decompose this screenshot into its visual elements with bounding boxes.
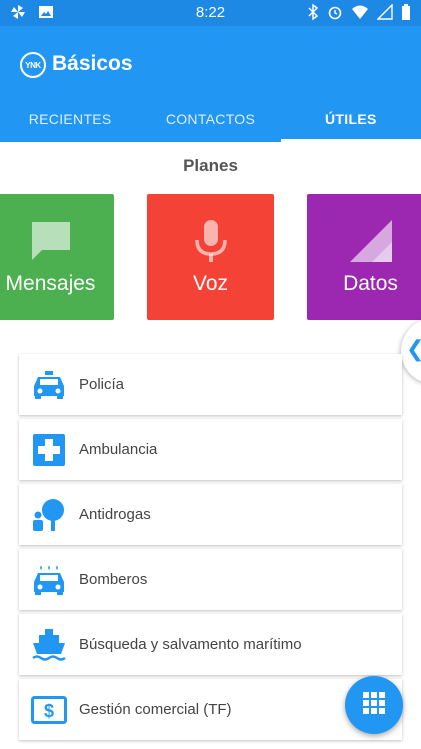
plan-label: Datos <box>343 272 398 295</box>
plan-datos[interactable]: Datos <box>307 194 421 320</box>
police-car-icon <box>19 370 79 400</box>
alarm-icon <box>327 4 343 25</box>
list-item-salvamento-maritimo[interactable]: Búsqueda y salvamento marítimo <box>19 614 402 675</box>
app-bar: YNK Básicos RECIENTES CONTACTOS ÚTILES <box>0 26 421 142</box>
status-right-icons <box>307 3 411 25</box>
message-icon <box>28 218 74 269</box>
list-item-label: Búsqueda y salvamento marítimo <box>79 636 302 653</box>
tab-utiles[interactable]: ÚTILES <box>280 102 421 142</box>
tab-contactos[interactable]: CONTACTOS <box>140 102 280 142</box>
list-item-bomberos[interactable]: Bomberos <box>19 549 402 610</box>
plans-title: Planes <box>183 156 238 175</box>
app-logo: YNK <box>20 52 46 78</box>
ship-icon <box>19 628 79 662</box>
medical-cross-icon <box>19 433 79 466</box>
plan-voz[interactable]: Voz <box>147 194 274 320</box>
fire-truck-icon <box>19 564 79 596</box>
bluetooth-icon <box>307 3 319 25</box>
signal-icon <box>376 3 393 25</box>
list-item-antidrogas[interactable]: Antidrogas <box>19 484 402 545</box>
plan-mensajes[interactable]: Mensajes <box>0 194 114 320</box>
list-item-policia[interactable]: Policía <box>19 354 402 415</box>
grid-dialpad-icon <box>363 691 385 719</box>
tab-bar: RECIENTES CONTACTOS ÚTILES <box>0 102 421 142</box>
services-list: Policía Ambulancia Antidrogas Bomberos B… <box>19 354 402 744</box>
app-title: Básicos <box>52 52 133 75</box>
status-bar: 8:22 <box>0 0 421 26</box>
signal-triangle-icon <box>348 218 394 269</box>
svg-text:$: $ <box>44 701 54 721</box>
chevron-left-icon: ❮ <box>406 336 421 362</box>
person-tree-icon <box>19 498 79 532</box>
wifi-icon <box>351 4 369 25</box>
list-item-label: Antidrogas <box>79 506 151 523</box>
list-item-label: Gestión comercial (TF) <box>79 701 232 718</box>
microphone-icon <box>188 218 234 269</box>
drawer-handle[interactable]: ❮ <box>401 318 421 384</box>
list-item-label: Policía <box>79 376 125 393</box>
plan-label: Mensajes <box>5 272 96 295</box>
list-item-ambulancia[interactable]: Ambulancia <box>19 419 402 480</box>
list-item-label: Ambulancia <box>79 441 158 458</box>
battery-icon <box>401 4 411 25</box>
list-item-label: Bomberos <box>79 571 148 588</box>
tab-recientes[interactable]: RECIENTES <box>0 102 140 142</box>
plan-label: Voz <box>192 272 229 295</box>
dollar-icon: $ <box>19 695 79 724</box>
dialpad-fab[interactable] <box>345 676 403 734</box>
